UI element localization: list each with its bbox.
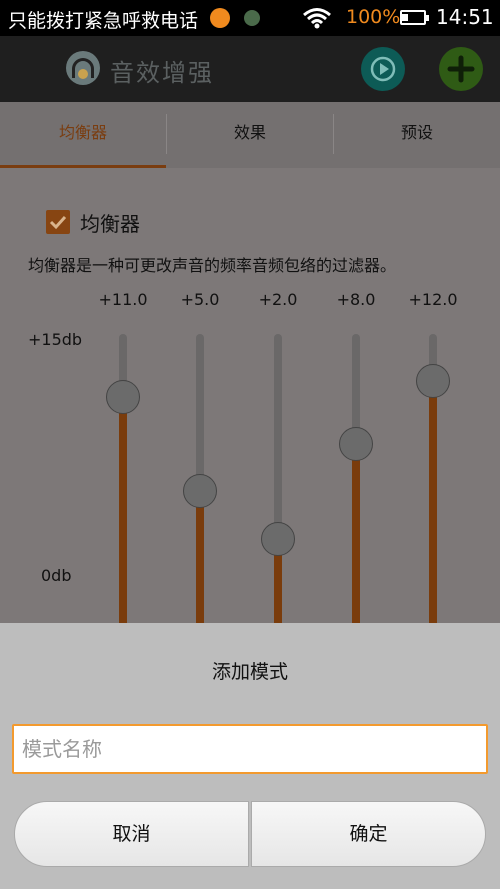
carrier-text: 只能拨打紧急呼救电话 [8,10,199,32]
tab-effects[interactable]: 效果 [167,102,333,168]
band-slider-thumb[interactable] [416,364,450,399]
tab-equalizer[interactable]: 均衡器 [0,102,166,168]
battery-percent: 100% [346,6,401,28]
band-slider-thumb[interactable] [339,427,373,462]
app-title: 音效增强 [110,59,214,87]
band-value-label: +5.0 [180,290,220,309]
band-value-label: +12.0 [408,290,458,309]
ok-button[interactable]: 确定 [251,801,486,867]
notification-icon [244,10,260,26]
check-icon [49,215,67,230]
alarm-icon [210,8,230,28]
tab-presets[interactable]: 预设 [334,102,500,168]
headphone-logo-icon [66,51,100,85]
add-preset-dialog: 添加模式 取消 确定 [0,623,500,889]
preset-name-input[interactable] [12,724,488,774]
dialog-title: 添加模式 [211,661,288,683]
cancel-button[interactable]: 取消 [14,801,249,867]
status-bar: 只能拨打紧急呼救电话 100% 14:51 [0,0,500,36]
band-slider-fill [429,381,437,623]
tab-bar: 均衡器 效果 预设 [0,102,500,169]
equalizer-panel: 均衡器 均衡器是一种可更改声音的频率音频包络的过滤器。 +15db 0db +1… [0,168,500,623]
add-button[interactable] [439,47,483,91]
equalizer-label: 均衡器 [80,212,140,236]
band-value-label: +8.0 [336,290,376,309]
clock: 14:51 [436,5,494,29]
band-slider-fill [119,396,127,623]
band-slider-thumb[interactable] [261,521,295,556]
play-button[interactable] [361,47,405,91]
band-slider-fill [196,491,204,623]
band-slider-fill [352,444,360,623]
play-icon [370,56,396,82]
band-value-label: +2.0 [258,290,298,309]
app-bar: 音效增强 [0,36,500,102]
equalizer-description: 均衡器是一种可更改声音的频率音频包络的过滤器。 [28,256,397,275]
wifi-icon [303,8,331,29]
add-icon [447,55,475,83]
band-slider-thumb[interactable] [183,474,217,509]
equalizer-checkbox[interactable] [46,210,70,234]
max-db-label: +15db [28,330,83,349]
zero-db-label: 0db [41,566,72,585]
band-value-label: +11.0 [98,290,148,309]
battery-icon [400,10,429,25]
band-slider-thumb[interactable] [106,379,140,414]
